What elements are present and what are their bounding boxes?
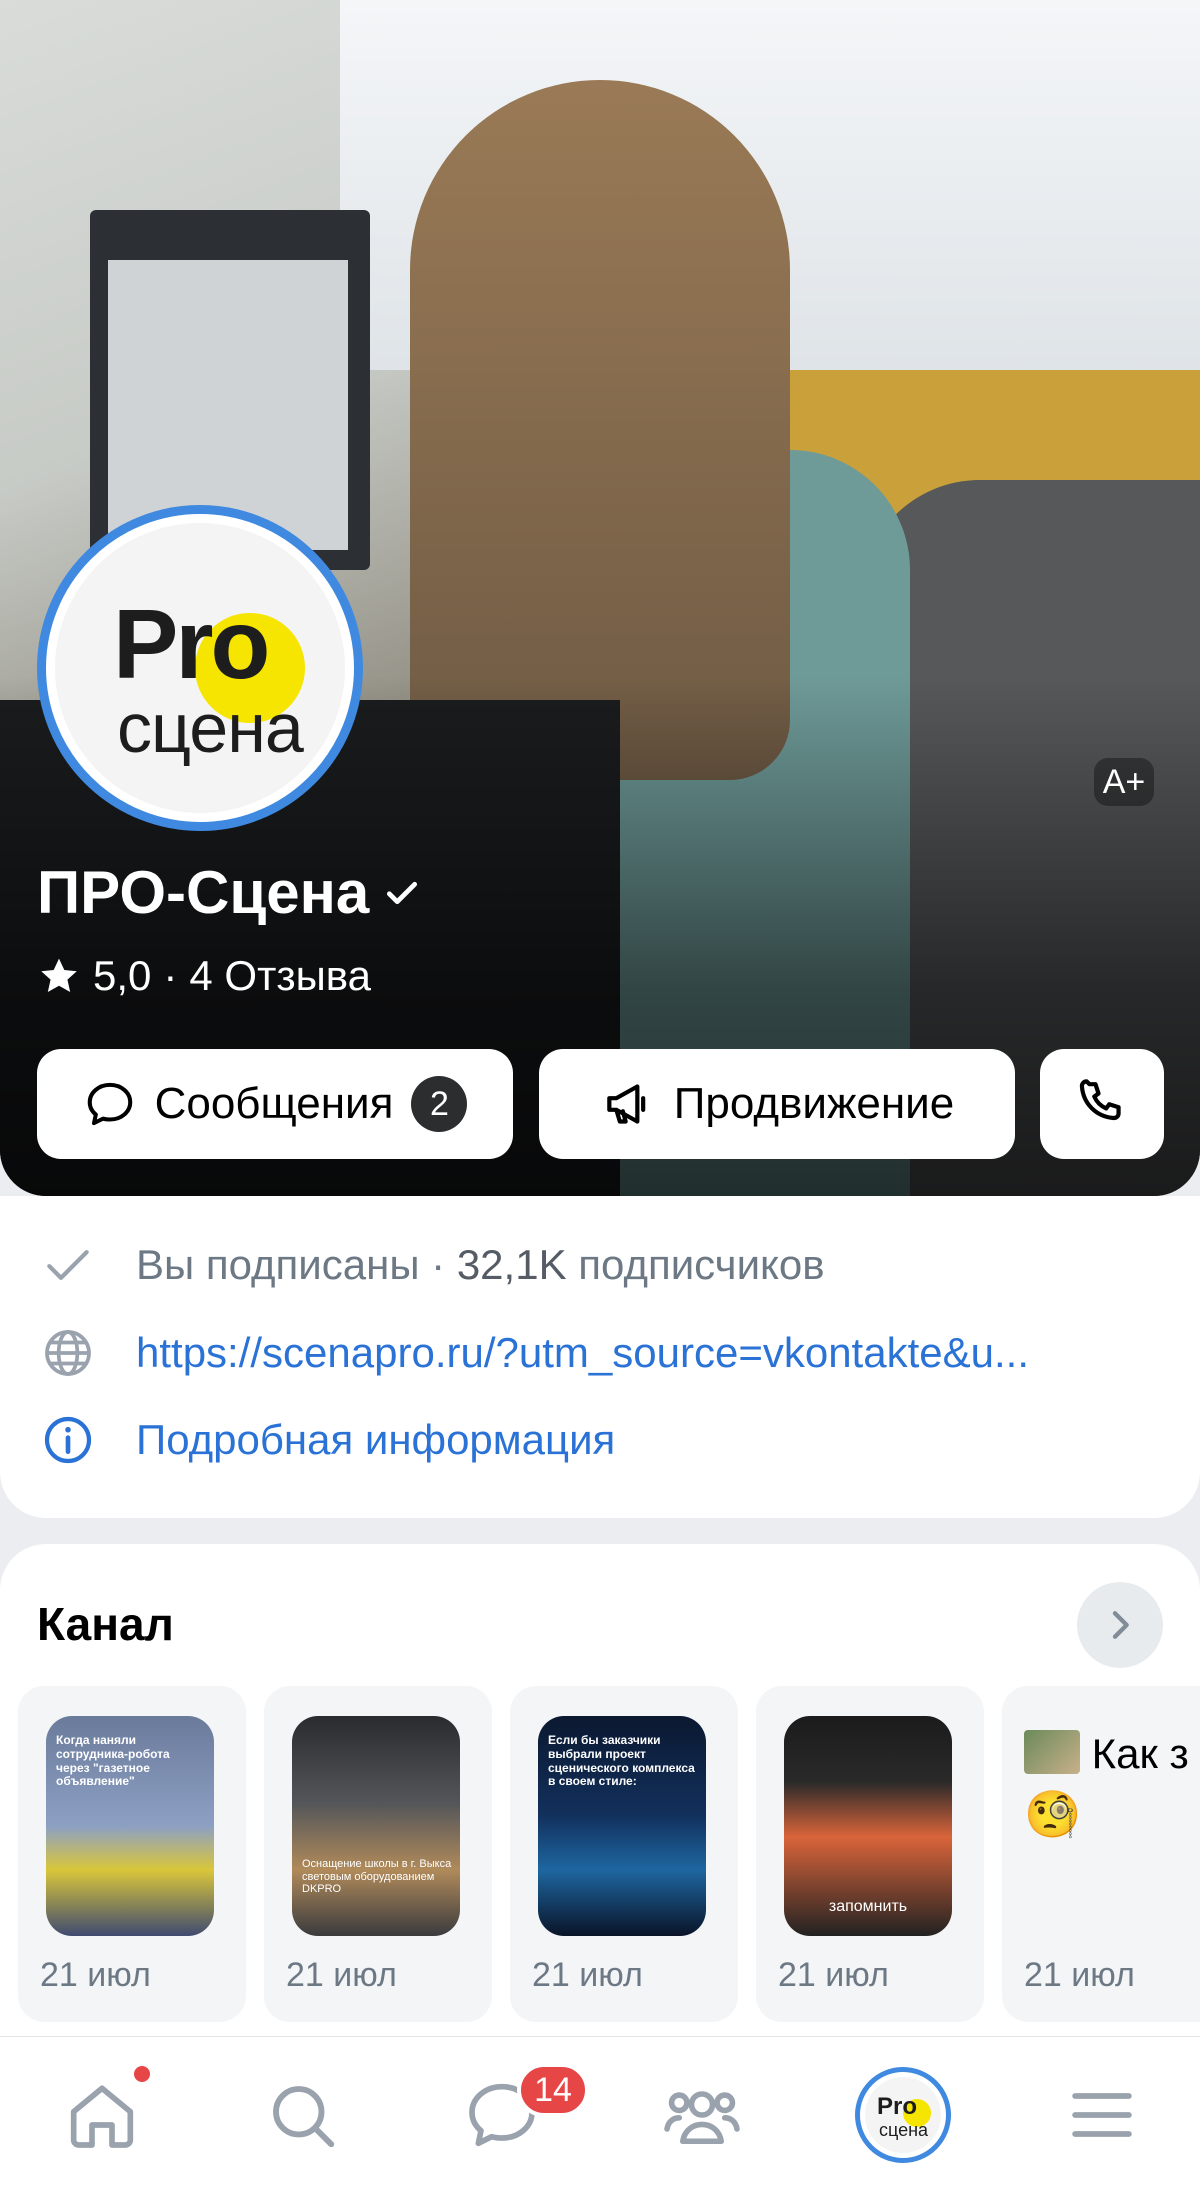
menu-icon <box>1072 2093 1132 2137</box>
promotion-label: Продвижение <box>673 1079 955 1128</box>
channel-post-text: Как з сцениче <box>1091 1730 1200 1777</box>
channel-post-date: 21 июл <box>40 1956 151 1994</box>
channel-post-date: 21 июл <box>1024 1956 1135 1994</box>
messages-count-badge: 2 <box>411 1076 468 1132</box>
nav-menu[interactable] <box>1057 2070 1147 2160</box>
channel-post-caption: Когда наняли сотрудника-робота через "га… <box>56 1733 170 1789</box>
channel-post-thumbnail: запомнить <box>784 1716 952 1936</box>
home-notification-dot <box>134 2066 150 2082</box>
channel-post-caption: запомнить <box>828 1898 908 1915</box>
checkmark-icon <box>47 1250 89 1280</box>
globe-icon <box>45 1330 91 1376</box>
channel-post[interactable]: запомнить 21 июл <box>756 1686 984 2022</box>
rating-row[interactable]: 5,0 · 4 Отзыва <box>37 952 371 1000</box>
details-row[interactable]: Подробная информация <box>40 1412 615 1468</box>
call-button[interactable] <box>1040 1049 1164 1159</box>
verified-icon <box>387 881 418 904</box>
subscribers-count: 32,1K <box>456 1241 567 1288</box>
channel-post-thumbnail: Если бы заказчики выбрали проект сцениче… <box>538 1716 706 1936</box>
subscribed-status: Вы подписаны · <box>136 1241 446 1288</box>
info-icon <box>44 1416 92 1464</box>
star-icon <box>41 958 77 992</box>
messages-unread-badge: 14 <box>517 2063 589 2117</box>
avatar-logo: Pro сцена <box>55 523 345 813</box>
cover-person-hair <box>410 80 790 780</box>
channel-post-thumbnail: Оснащение школы в г. Выкса световым обор… <box>292 1716 460 1936</box>
text-size-button[interactable]: A+ <box>1094 758 1154 806</box>
message-bubble-icon <box>87 1082 132 1126</box>
post-image-icon <box>1024 1730 1080 1774</box>
bottom-navigation <box>0 2036 1200 2211</box>
group-avatar[interactable]: Pro сцена <box>37 505 363 831</box>
home-icon <box>70 2085 134 2148</box>
channel-post-text-wrap: Как з сцениче 🧐 <box>1024 1726 1200 1845</box>
rating-value: 5,0 <box>93 952 152 999</box>
channel-post-date: 21 июл <box>286 1956 397 1994</box>
thinking-face-icon: 🧐 <box>1024 1787 1082 1840</box>
megaphone-icon <box>606 1084 646 1124</box>
rating-separator: · <box>163 952 178 999</box>
channel-post-thumbnail: Когда наняли сотрудника-робота через "га… <box>46 1716 214 1936</box>
subscribers-suffix: подписчиков <box>578 1241 825 1288</box>
channel-post[interactable]: Как з сцениче 🧐 21 июл <box>1002 1686 1200 2022</box>
chevron-right-icon <box>1112 1611 1129 1639</box>
details-link[interactable]: Подробная информация <box>136 1416 615 1464</box>
nav-search[interactable] <box>257 2070 347 2160</box>
nav-profile-avatar[interactable]: Pro сцена <box>855 2067 951 2163</box>
nav-avatar-pro: Pro <box>877 2093 918 2120</box>
search-icon <box>273 2086 335 2148</box>
nav-home[interactable] <box>57 2070 147 2160</box>
avatar-logo-pro: Pro <box>113 589 270 699</box>
website-row[interactable]: https://scenapro.ru/?utm_source=vkontakt… <box>40 1325 1160 1381</box>
channel-post-date: 21 июл <box>532 1956 643 1994</box>
group-title: ПРО-Сцена <box>37 858 421 927</box>
messages-label: Сообщения <box>154 1079 394 1128</box>
messages-button[interactable]: Сообщения 2 <box>37 1049 513 1159</box>
promotion-button[interactable]: Продвижение <box>539 1049 1015 1159</box>
nav-avatar-scena: сцена <box>879 2120 929 2140</box>
website-link[interactable]: https://scenapro.ru/?utm_source=vkontakt… <box>136 1329 1136 1377</box>
channel-post[interactable]: Когда наняли сотрудника-робота через "га… <box>18 1686 246 2022</box>
avatar-logo-scena: сцена <box>117 689 304 767</box>
friends-icon <box>664 2091 740 2145</box>
channel-post[interactable]: Если бы заказчики выбрали проект сцениче… <box>510 1686 738 2022</box>
subscription-row[interactable]: Вы подписаны · 32,1K подписчиков <box>40 1237 825 1293</box>
group-name: ПРО-Сцена <box>37 859 370 926</box>
channel-post-date: 21 июл <box>778 1956 889 1994</box>
nav-friends[interactable] <box>657 2070 747 2160</box>
nav-avatar-logo: Pro сцена <box>865 2077 941 2153</box>
channel-post-caption: Если бы заказчики выбрали проект сцениче… <box>548 1733 695 1789</box>
channel-open-button[interactable] <box>1077 1582 1163 1668</box>
reviews-count: 4 Отзыва <box>189 952 371 999</box>
channel-post-caption: Оснащение школы в г. Выкса световым обор… <box>302 1858 452 1896</box>
channel-title: Канал <box>37 1598 174 1650</box>
phone-icon <box>1079 1079 1121 1121</box>
channel-post[interactable]: Оснащение школы в г. Выкса световым обор… <box>264 1686 492 2022</box>
